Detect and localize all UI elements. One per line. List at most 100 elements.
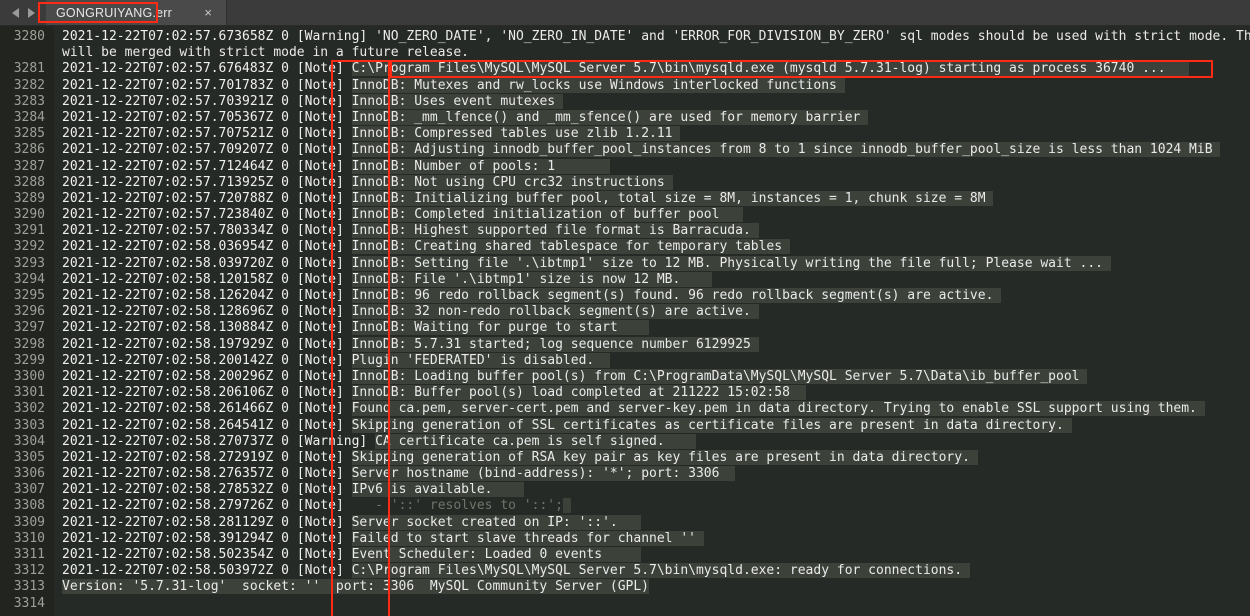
log-line[interactable]: 2021-12-22T07:02:57.713925Z 0 [Note] Inn… — [62, 174, 1250, 191]
selection-padding — [1196, 401, 1205, 417]
line-number: 3293 — [13, 255, 45, 271]
log-message: InnoDB: File '.\ibtmp1' size is now 12 M… — [351, 271, 681, 287]
selection-padding — [750, 336, 759, 352]
log-line[interactable]: 2021-12-22T07:02:58.264541Z 0 [Note] Ski… — [62, 417, 1250, 434]
line-number: 3297 — [13, 320, 45, 336]
log-line[interactable]: 2021-12-22T07:02:58.276357Z 0 [Note] Ser… — [62, 466, 1250, 482]
line-number: 3291 — [13, 223, 45, 239]
close-icon[interactable]: × — [184, 6, 226, 19]
log-line[interactable]: 2021-12-22T07:02:58.126204Z 0 [Note] Inn… — [62, 288, 1250, 304]
line-number: 3308 — [13, 498, 45, 514]
log-message: InnoDB: Buffer pool(s) load completed at… — [351, 385, 790, 401]
selection-padding — [860, 109, 869, 125]
log-editor[interactable]: 3280 3281 3282 3283 3284 3285 3286 3287 3288 3289… — [0, 26, 1250, 616]
log-level: [Note] — [296, 288, 344, 303]
log-line[interactable]: 2021-12-22T07:02:57.723840Z 0 [Note] Inn… — [62, 207, 1250, 223]
log-line[interactable]: will be merged with strict mode in a fut… — [62, 45, 1250, 61]
log-line[interactable]: 2021-12-22T07:02:58.281129Z 0 [Note] Ser… — [62, 514, 1250, 531]
log-line[interactable]: 2021-12-22T07:02:58.502354Z 0 [Note] Eve… — [62, 547, 1250, 563]
selection-padding — [719, 466, 736, 482]
line-number: 3281 — [13, 61, 45, 77]
log-level: [Note] — [296, 207, 344, 223]
log-line[interactable]: 2021-12-22T07:02:57.720788Z 0 [Note] Inn… — [62, 190, 1250, 207]
log-line[interactable] — [62, 596, 1250, 612]
selection-padding — [985, 190, 994, 206]
log-level: [Note] — [296, 61, 344, 77]
log-level: [Note] — [296, 449, 344, 465]
log-line[interactable]: 2021-12-22T07:02:58.130884Z 0 [Note] Inn… — [62, 320, 1250, 336]
log-line[interactable]: 2021-12-22T07:02:57.707521Z 0 [Note] Inn… — [62, 126, 1250, 142]
tab-nav-arrows — [0, 0, 46, 25]
log-line[interactable]: 2021-12-22T07:02:58.272919Z 0 [Note] Ski… — [62, 449, 1250, 466]
line-number: 3282 — [13, 77, 45, 93]
log-line[interactable]: 2021-12-22T07:02:58.120158Z 0 [Note] Inn… — [62, 271, 1250, 288]
tab-bar: GONGRUIYANG.err × — [0, 0, 1250, 26]
log-level: [Note] — [296, 239, 344, 255]
log-line[interactable]: 2021-12-22T07:02:58.278532Z 0 [Note] IPv… — [62, 482, 1250, 498]
log-level: [Note] — [296, 77, 344, 93]
nav-forward-icon[interactable] — [27, 7, 35, 18]
log-line[interactable]: 2021-12-22T07:02:57.701783Z 0 [Note] Inn… — [62, 77, 1250, 94]
nav-back-icon[interactable] — [11, 7, 19, 18]
log-level: [Note] — [296, 320, 344, 336]
log-message: Skipping generation of SSL certificates … — [351, 417, 1064, 433]
log-timestamp: 2021-12-22T07:02:58.281129Z 0 — [62, 514, 289, 530]
log-line[interactable]: 2021-12-22T07:02:58.206106Z 0 [Note] Inn… — [62, 385, 1250, 401]
log-message: will be merged with strict mode in a fut… — [62, 45, 469, 61]
log-line[interactable]: 2021-12-22T07:02:58.039720Z 0 [Note] Inn… — [62, 255, 1250, 272]
log-timestamp: 2021-12-22T07:02:57.780334Z 0 — [62, 223, 289, 239]
selection-padding — [562, 498, 571, 514]
log-line[interactable]: 2021-12-22T07:02:58.391294Z 0 [Note] Fai… — [62, 530, 1250, 547]
selection-padding — [782, 239, 790, 255]
log-line[interactable]: 2021-12-22T07:02:58.261466Z 0 [Note] Fou… — [62, 401, 1250, 417]
tab-gongruiyang-err[interactable]: GONGRUIYANG.err × — [46, 0, 227, 25]
log-level: [Note] — [296, 352, 344, 368]
log-timestamp: 2021-12-22T07:02:57.676483Z 0 — [62, 61, 289, 77]
log-level: [Note] — [296, 385, 344, 401]
log-line[interactable]: 2021-12-22T07:02:58.200142Z 0 [Note] Plu… — [62, 352, 1250, 369]
log-message: CA certificate ca.pem is self signed. — [375, 433, 665, 449]
line-number-gutter: 3280 3281 3282 3283 3284 3285 3286 3287 3288 3289… — [0, 26, 54, 616]
log-message: InnoDB: Completed initialization of buff… — [351, 207, 720, 223]
log-message: InnoDB: Number of pools: 1 — [351, 158, 556, 174]
log-line[interactable]: 2021-12-22T07:02:58.279726Z 0 [Note] - '… — [62, 498, 1250, 514]
selection-padding — [672, 126, 681, 142]
log-timestamp: 2021-12-22T07:02:57.713925Z 0 — [62, 174, 289, 190]
line-number: 3298 — [13, 336, 45, 352]
log-message: Version: '5.7.31-log' socket: '' port: 3… — [62, 579, 649, 595]
log-level: [Note] — [296, 255, 344, 271]
log-line[interactable]: 2021-12-22T07:02:57.709207Z 0 [Note] Inn… — [62, 142, 1250, 158]
log-line[interactable]: 2021-12-22T07:02:57.703921Z 0 [Note] Inn… — [62, 93, 1250, 110]
line-number: 3287 — [13, 158, 45, 174]
log-line[interactable]: 2021-12-22T07:02:57.712464Z 0 [Note] Inn… — [62, 158, 1250, 175]
log-message: InnoDB: Creating shared tablespace for t… — [351, 239, 783, 255]
log-line[interactable]: 2021-12-22T07:02:57.780334Z 0 [Note] Inn… — [62, 223, 1250, 239]
log-level: [Note] — [296, 304, 344, 320]
log-line[interactable]: Version: '5.7.31-log' socket: '' port: 3… — [62, 579, 1250, 595]
log-timestamp: 2021-12-22T07:02:58.126204Z 0 — [62, 288, 289, 303]
log-line[interactable]: 2021-12-22T07:02:57.673658Z 0 [Warning] … — [62, 29, 1250, 45]
line-number: 3289 — [13, 190, 45, 206]
log-line[interactable]: 2021-12-22T07:02:57.676483Z 0 [Note] C:\… — [62, 61, 1250, 77]
line-number: 3303 — [13, 417, 45, 433]
log-line[interactable]: 2021-12-22T07:02:58.036954Z 0 [Note] Inn… — [62, 239, 1250, 255]
line-number: 3301 — [13, 385, 45, 401]
selection-padding — [1212, 142, 1221, 158]
log-message: - '::' resolves to '::'; — [351, 498, 563, 514]
log-line[interactable]: 2021-12-22T07:02:58.503972Z 0 [Note] C:\… — [62, 563, 1250, 579]
log-line[interactable]: 2021-12-22T07:02:58.128696Z 0 [Note] Inn… — [62, 304, 1250, 320]
line-number: 3311 — [13, 547, 45, 562]
line-number: 3294 — [13, 271, 45, 287]
selection-padding — [750, 223, 759, 239]
log-content[interactable]: 2021-12-22T07:02:57.673658Z 0 [Warning] … — [54, 26, 1250, 616]
line-number: 3285 — [13, 126, 45, 142]
log-line[interactable]: 2021-12-22T07:02:58.200296Z 0 [Note] Inn… — [62, 368, 1250, 385]
selection-padding — [836, 77, 845, 93]
log-line[interactable]: 2021-12-22T07:02:57.705367Z 0 [Note] Inn… — [62, 109, 1250, 126]
log-line[interactable]: 2021-12-22T07:02:58.270737Z 0 [Warning] … — [62, 433, 1250, 450]
log-timestamp: 2021-12-22T07:02:58.279726Z 0 — [62, 498, 289, 514]
log-message: Found ca.pem, server-cert.pem and server… — [351, 401, 1197, 417]
log-level: [Note] — [296, 368, 344, 384]
selection-padding — [750, 304, 759, 320]
log-line[interactable]: 2021-12-22T07:02:58.197929Z 0 [Note] Inn… — [62, 336, 1250, 353]
